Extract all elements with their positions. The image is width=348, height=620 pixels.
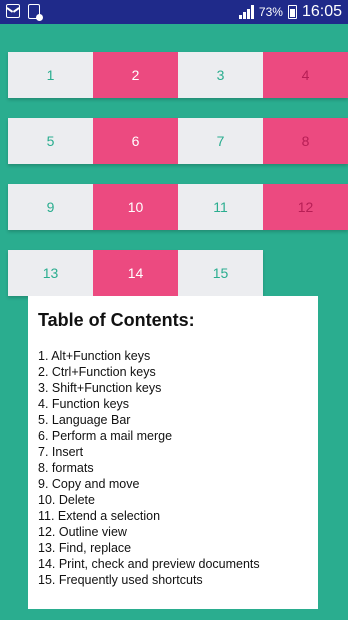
grid-row-2: 5 6 7 8: [8, 118, 348, 164]
toc-item[interactable]: 6. Perform a mail merge: [38, 428, 308, 444]
battery-percent: 73%: [258, 5, 283, 19]
grid-row-3: 9 10 11 12: [8, 184, 348, 230]
toc-item[interactable]: 5. Language Bar: [38, 412, 308, 428]
notification-icons: [6, 4, 43, 21]
toc-item[interactable]: 1. Alt+Function keys: [38, 348, 308, 364]
grid-row-1: 1 2 3 4: [8, 52, 348, 98]
toc-item[interactable]: 8. formats: [38, 460, 308, 476]
toc-item[interactable]: 13. Find, replace: [38, 540, 308, 556]
clock: 16:05: [301, 3, 342, 20]
toc-title: Table of Contents:: [38, 310, 195, 330]
toc-item[interactable]: 10. Delete: [38, 492, 308, 508]
grid-tile-8[interactable]: 8: [263, 118, 348, 164]
toc-item[interactable]: 15. Frequently used shortcuts: [38, 572, 308, 588]
grid-tile-12[interactable]: 12: [263, 184, 348, 230]
grid-tile-2[interactable]: 2: [93, 52, 178, 98]
grid-tile-4[interactable]: 4: [263, 52, 348, 98]
grid-row-4: 13 14 15: [8, 250, 263, 296]
system-icons: 73% 16:05: [238, 3, 342, 21]
phone-icon: [28, 4, 43, 21]
status-bar: 73% 16:05: [0, 0, 348, 24]
grid-tile-11[interactable]: 11: [178, 184, 263, 230]
signal-icon: [238, 5, 254, 19]
grid-tile-13[interactable]: 13: [8, 250, 93, 296]
toc-list: 1. Alt+Function keys 2. Ctrl+Function ke…: [38, 348, 308, 588]
grid-tile-7[interactable]: 7: [178, 118, 263, 164]
toc-item[interactable]: 3. Shift+Function keys: [38, 380, 308, 396]
grid-tile-6[interactable]: 6: [93, 118, 178, 164]
toc-card: Table of Contents: 1. Alt+Function keys …: [28, 296, 318, 609]
toc-item[interactable]: 12. Outline view: [38, 524, 308, 540]
grid-tile-5[interactable]: 5: [8, 118, 93, 164]
toc-item[interactable]: 9. Copy and move: [38, 476, 308, 492]
grid-tile-3[interactable]: 3: [178, 52, 263, 98]
toc-item[interactable]: 2. Ctrl+Function keys: [38, 364, 308, 380]
grid-tile-10[interactable]: 10: [93, 184, 178, 230]
toc-item[interactable]: 7. Insert: [38, 444, 308, 460]
mail-icon: [6, 4, 20, 18]
grid-tile-9[interactable]: 9: [8, 184, 93, 230]
toc-item[interactable]: 11. Extend a selection: [38, 508, 308, 524]
grid-tile-14[interactable]: 14: [93, 250, 178, 296]
grid-tile-1[interactable]: 1: [8, 52, 93, 98]
toc-item[interactable]: 14. Print, check and preview documents: [38, 556, 308, 572]
toc-item[interactable]: 4. Function keys: [38, 396, 308, 412]
grid-tile-15[interactable]: 15: [178, 250, 263, 296]
battery-icon: [287, 5, 297, 19]
